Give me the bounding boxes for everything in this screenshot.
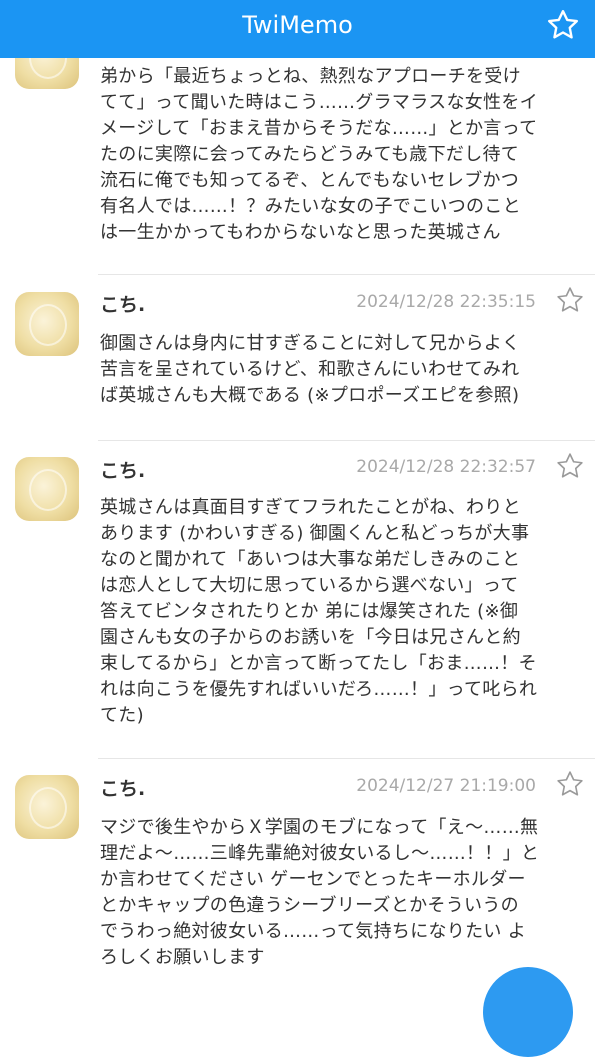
- favorite-star-icon[interactable]: [555, 769, 585, 799]
- author-name: こち.: [100, 460, 146, 482]
- compose-fab-button[interactable]: [483, 967, 573, 1057]
- divider: [98, 758, 595, 759]
- app-header: TwiMemo: [0, 0, 595, 58]
- post-text: 御園さんは身内に甘すぎることに対して兄からよく 苦言を呈されているけど、和歌さん…: [100, 333, 521, 406]
- author-name: こち.: [100, 294, 146, 316]
- post-timestamp: 2024/12/28 22:35:15: [356, 292, 536, 312]
- avatar[interactable]: [15, 292, 79, 356]
- author-name: こち.: [100, 778, 146, 800]
- divider: [98, 274, 595, 275]
- avatar[interactable]: [15, 775, 79, 839]
- post-text: 英城さんは真面目すぎてフラれたことがね、わりと あります (かわいすぎる) 御園…: [100, 497, 538, 726]
- post-text: マジで後生やからＸ学園のモブになって「え〜……無 理だよ〜……三峰先輩絶対彼女い…: [100, 817, 540, 968]
- post-text: 弟から「最近ちょっとね、熱烈なアプローチを受け てて」って聞いた時はこう……グラ…: [100, 66, 538, 243]
- memo-feed: 弟から「最近ちょっとね、熱烈なアプローチを受け てて」って聞いた時はこう……グラ…: [0, 0, 595, 1000]
- star-outline-icon[interactable]: [545, 7, 581, 43]
- favorite-star-icon[interactable]: [555, 451, 585, 481]
- app-title: TwiMemo: [242, 11, 353, 39]
- divider: [98, 440, 595, 441]
- post-timestamp: 2024/12/28 22:32:57: [356, 457, 536, 477]
- favorite-star-icon[interactable]: [555, 285, 585, 315]
- post-timestamp: 2024/12/27 21:19:00: [356, 776, 536, 796]
- avatar[interactable]: [15, 457, 79, 521]
